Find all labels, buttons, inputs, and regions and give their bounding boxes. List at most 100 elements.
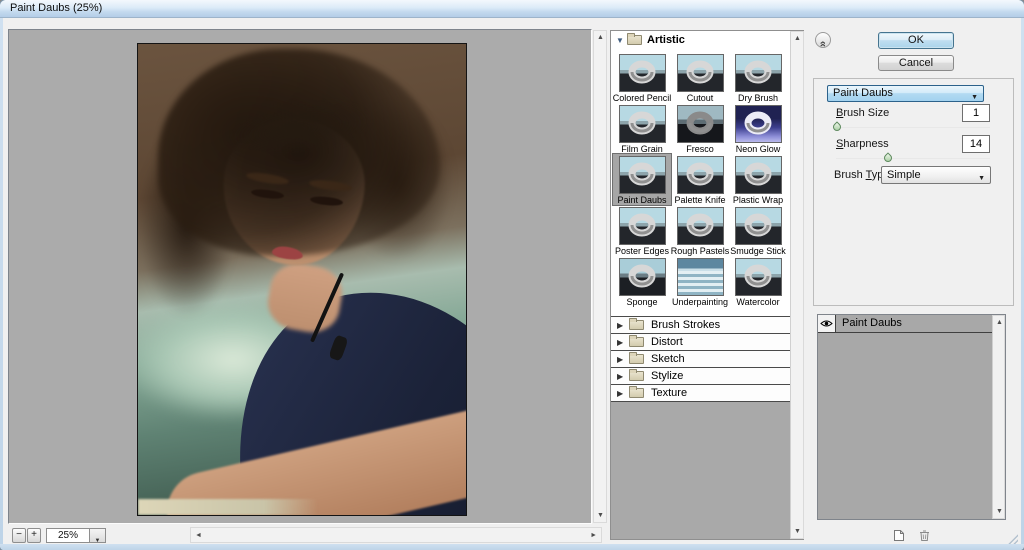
expand-triangle-icon[interactable]: ▶ — [617, 338, 623, 347]
filter-thumbnail-grid: Colored Pencil Cutout — [613, 52, 789, 310]
category-name: Texture — [651, 387, 687, 399]
filter-thumbnail[interactable]: Palette Knife — [671, 154, 729, 205]
effect-layers-panel: Paint Daubs — [817, 314, 1006, 520]
filter-thumbnail[interactable]: Plastic Wrap — [729, 154, 787, 205]
brush-type-value: Simple — [887, 169, 921, 181]
preview-vertical-scrollbar[interactable]: ▲ ▼ — [593, 30, 607, 523]
title-bar[interactable]: Paint Daubs (25%) — [0, 0, 1024, 18]
category-row[interactable]: ▶ Sketch — [611, 350, 803, 367]
filter-thumbnail-image — [619, 258, 666, 296]
filter-thumbnail-label: Colored Pencil — [613, 93, 672, 103]
chevron-down-icon: ▼ — [971, 90, 978, 105]
effect-layer-row[interactable]: Paint Daubs — [818, 315, 1005, 333]
filter-thumbnail[interactable]: Sponge — [613, 256, 671, 307]
brush-type-dropdown[interactable]: Simple ▼ — [881, 166, 991, 184]
folder-icon — [629, 337, 644, 347]
filter-thumbnail[interactable]: Watercolor — [729, 256, 787, 307]
category-row[interactable]: ▶ Distort — [611, 333, 803, 350]
preview-panel — [8, 29, 592, 524]
ok-button[interactable]: OK — [878, 32, 954, 49]
expand-triangle-icon[interactable]: ▶ — [617, 355, 623, 364]
eye-icon — [820, 319, 833, 328]
folder-icon — [629, 388, 644, 398]
window-frame-bottom — [0, 544, 1024, 550]
filter-thumbnail-image — [735, 54, 782, 92]
filter-thumbnail-label: Paint Daubs — [617, 195, 666, 205]
zoom-in-button[interactable]: + — [27, 528, 41, 543]
scroll-up-icon[interactable]: ▲ — [597, 34, 604, 41]
expand-triangle-icon[interactable]: ▶ — [617, 321, 623, 330]
new-effect-layer-button[interactable] — [891, 528, 906, 543]
preview-image[interactable] — [137, 43, 467, 516]
filter-panel-scrollbar[interactable]: ▲ ▼ — [790, 31, 804, 539]
filter-thumbnail-label: Watercolor — [736, 297, 779, 307]
filter-thumbnail-image — [619, 54, 666, 92]
filter-thumbnail-image — [735, 156, 782, 194]
filter-thumbnail[interactable]: Fresco — [671, 103, 729, 154]
filter-thumbnail-label: Fresco — [686, 144, 714, 154]
filter-thumbnail-label: Smudge Stick — [730, 246, 786, 256]
filter-thumbnail[interactable]: Underpainting — [671, 256, 729, 307]
category-name: Artistic — [647, 34, 685, 46]
brush-size-slider[interactable] — [836, 127, 990, 128]
filter-panel-filler — [611, 402, 803, 539]
visibility-toggle[interactable] — [818, 315, 836, 332]
zoom-out-button[interactable]: − — [12, 528, 26, 543]
brush-size-value[interactable]: 1 — [962, 104, 990, 122]
filter-thumbnail-label: Underpainting — [672, 297, 728, 307]
category-row[interactable]: ▶ Brush Strokes — [611, 316, 803, 333]
sharpness-value[interactable]: 14 — [962, 135, 990, 153]
filter-thumbnail[interactable]: Smudge Stick — [729, 205, 787, 256]
new-layer-icon — [891, 528, 906, 543]
scroll-down-icon[interactable]: ▼ — [794, 528, 801, 535]
filter-thumbnail-image — [677, 156, 724, 194]
delete-effect-layer-button[interactable] — [917, 528, 932, 543]
window-frame-left — [0, 18, 3, 544]
filter-thumbnail-image — [619, 105, 666, 143]
scroll-left-icon[interactable]: ◄ — [195, 532, 202, 539]
filter-thumbnail-image — [677, 207, 724, 245]
filter-thumbnail-label: Poster Edges — [615, 246, 669, 256]
expand-triangle-icon[interactable]: ▶ — [617, 372, 623, 381]
zoom-level-value[interactable]: 25% — [46, 528, 90, 543]
hide-thumbnails-button[interactable]: » — [815, 32, 831, 48]
scroll-up-icon[interactable]: ▲ — [794, 35, 801, 42]
category-name: Sketch — [651, 353, 685, 365]
scroll-down-icon[interactable]: ▼ — [597, 512, 604, 519]
double-chevron-up-icon: » — [817, 41, 829, 47]
effect-layer-name: Paint Daubs — [842, 317, 902, 329]
filter-thumbnail-image — [735, 207, 782, 245]
category-row[interactable]: ▶ Stylize — [611, 367, 803, 384]
filter-thumbnail[interactable]: Rough Pastels — [671, 205, 729, 256]
sharpness-slider[interactable] — [836, 158, 990, 159]
filter-thumbnail[interactable]: Poster Edges — [613, 205, 671, 256]
effect-layers-scrollbar[interactable]: ▲ ▼ — [992, 315, 1005, 519]
folder-icon — [627, 35, 642, 45]
collapse-triangle-icon[interactable]: ▼ — [616, 36, 624, 45]
category-name: Distort — [651, 336, 683, 348]
collapsed-category-list: ▶ Brush Strokes ▶ Distort ▶ Sketch — [611, 316, 803, 402]
category-header-artistic[interactable]: ▼ Artistic — [611, 31, 803, 51]
filter-thumbnail[interactable]: Dry Brush — [729, 52, 787, 103]
category-row[interactable]: ▶ Texture — [611, 384, 803, 401]
expand-triangle-icon[interactable]: ▶ — [617, 389, 623, 398]
cancel-button[interactable]: Cancel — [878, 55, 954, 71]
scroll-right-icon[interactable]: ► — [590, 532, 597, 539]
zoom-level-dropdown-button[interactable]: ▼ — [89, 528, 106, 543]
folder-icon — [629, 354, 644, 364]
filter-select-dropdown[interactable]: Paint Daubs ▼ — [827, 85, 984, 102]
filter-thumbnail-label: Rough Pastels — [671, 246, 730, 256]
filter-thumbnail-image — [677, 258, 724, 296]
paint-daubs-dialog: Paint Daubs (25%) ▲ ▼ − + — [0, 0, 1024, 550]
filter-thumbnail[interactable]: Neon Glow — [729, 103, 787, 154]
filter-thumbnail-label: Plastic Wrap — [733, 195, 783, 205]
scroll-down-icon[interactable]: ▼ — [996, 508, 1003, 515]
filter-thumbnail[interactable]: Film Grain — [613, 103, 671, 154]
filter-thumbnail[interactable]: Colored Pencil — [613, 52, 671, 103]
preview-horizontal-scrollbar[interactable]: ◄ ► — [190, 527, 602, 543]
scroll-up-icon[interactable]: ▲ — [996, 319, 1003, 326]
filter-thumbnail[interactable]: Paint Daubs — [613, 154, 671, 205]
filter-thumbnail[interactable]: Cutout — [671, 52, 729, 103]
photo-bottom-strip — [138, 499, 318, 515]
chevron-down-icon: ▼ — [978, 171, 985, 187]
